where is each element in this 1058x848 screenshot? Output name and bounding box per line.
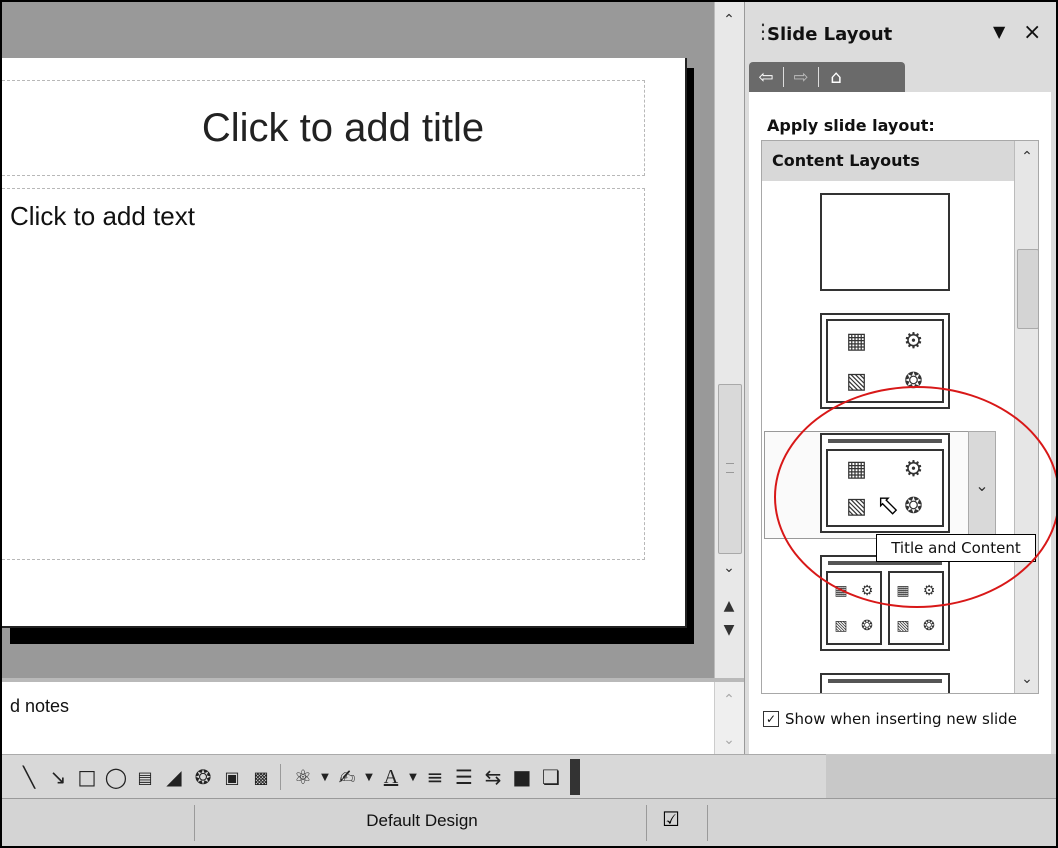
table-icon: ▦ bbox=[846, 328, 867, 354]
layout-gallery: Content Layouts ▦ ⚙ ▧ ❂ ▦ ⚙ ▧ ❂ ⌄ ▦ ⚙ ▧ … bbox=[761, 140, 1039, 694]
layout-title-bar bbox=[828, 679, 942, 683]
title-placeholder[interactable]: Click to add title bbox=[2, 80, 645, 176]
back-icon[interactable]: ⇦ bbox=[749, 64, 783, 90]
notes-scroll-up-icon[interactable]: ⌃ bbox=[718, 690, 740, 710]
chart-icon: ▧ bbox=[834, 617, 848, 634]
layout-gallery-scrollbar[interactable]: ⌃ ⌄ bbox=[1014, 141, 1038, 693]
previous-slide-icon[interactable]: ▲ bbox=[718, 596, 740, 616]
show-when-inserting-checkbox[interactable]: ✓ bbox=[763, 711, 779, 727]
layout-options-dropdown-icon[interactable]: ⌄ bbox=[968, 431, 996, 539]
chart-icon: ▧ bbox=[846, 494, 867, 519]
oval-icon[interactable]: ◯ bbox=[103, 764, 129, 790]
clip-art-icon: ⚙ bbox=[922, 582, 936, 599]
title-placeholder-text: Click to add title bbox=[201, 105, 485, 150]
line-icon[interactable]: ╲ bbox=[16, 764, 42, 790]
table-icon: ▦ bbox=[896, 582, 910, 599]
show-when-inserting-label: Show when inserting new slide bbox=[785, 710, 1017, 728]
diagram-icon[interactable]: ❂ bbox=[190, 764, 216, 790]
notes-pane[interactable]: d notes ⌃ ⌄ bbox=[2, 678, 745, 758]
toolbar-separator bbox=[280, 764, 281, 790]
status-bar: Default Design ☑ bbox=[2, 798, 1056, 846]
mouse-cursor-icon: ⬁ bbox=[876, 488, 900, 521]
dash-style-icon[interactable]: ☰ bbox=[451, 764, 477, 790]
status-cell-slide bbox=[2, 805, 195, 841]
content-layouts-header: Content Layouts bbox=[762, 141, 1014, 181]
powerpoint-window: Click to add title Click to add text ⌃ ⌄… bbox=[0, 0, 1058, 848]
notes-scrollbar[interactable]: ⌃ ⌄ bbox=[714, 682, 745, 758]
body-placeholder[interactable]: Click to add text bbox=[2, 188, 645, 560]
task-pane-navigation: ⇦ ⇨ ⌂ bbox=[749, 62, 905, 92]
forward-icon[interactable]: ⇨ bbox=[784, 64, 818, 90]
toolbar-options-icon[interactable] bbox=[570, 759, 580, 795]
clip-art-icon: ⚙ bbox=[903, 328, 924, 354]
scroll-up-icon[interactable]: ⌃ bbox=[718, 10, 740, 30]
workspace-scroll-thumb[interactable] bbox=[718, 384, 742, 554]
slide-workspace: Click to add title Click to add text bbox=[2, 2, 714, 678]
diagram-icon: ❂ bbox=[923, 617, 935, 634]
diagram-icon: ❂ bbox=[904, 494, 923, 519]
layout-content-placeholder-left: ▦ ⚙ ▧ ❂ bbox=[826, 571, 882, 645]
body-placeholder-text: Click to add text bbox=[10, 201, 195, 231]
layout-content-placeholder-right: ▦ ⚙ ▧ ❂ bbox=[888, 571, 944, 645]
diagram-icon: ❂ bbox=[861, 617, 873, 634]
slide-canvas[interactable]: Click to add title Click to add text bbox=[2, 58, 687, 628]
clip-art-icon: ⚙ bbox=[860, 582, 874, 599]
task-pane-body: Apply slide layout: Content Layouts ▦ ⚙ … bbox=[749, 92, 1051, 754]
task-pane-title: Slide Layout bbox=[767, 24, 893, 45]
layout-title-bar bbox=[828, 439, 942, 443]
table-icon: ▦ bbox=[846, 457, 867, 482]
arrow-style-icon[interactable]: ⇆ bbox=[480, 764, 506, 790]
arrow-icon[interactable]: ↘ bbox=[45, 764, 71, 790]
chart-icon: ▧ bbox=[896, 617, 910, 634]
line-color-dropdown-icon[interactable]: ▼ bbox=[363, 764, 375, 790]
chart-icon: ▧ bbox=[846, 368, 867, 394]
spelling-check-icon[interactable]: ☑ bbox=[662, 807, 680, 831]
font-color-icon[interactable]: A bbox=[378, 764, 404, 790]
table-icon: ▦ bbox=[834, 582, 848, 599]
layout-content[interactable]: ▦ ⚙ ▧ ❂ bbox=[820, 313, 950, 409]
layout-next-partial[interactable] bbox=[820, 673, 950, 693]
gallery-scroll-thumb[interactable] bbox=[1017, 249, 1038, 329]
slide-layout-task-pane: ⋮ Slide Layout ▼ × ⇦ ⇨ ⌂ Apply slide lay… bbox=[744, 2, 1056, 754]
design-name: Default Design bbox=[366, 811, 478, 830]
status-divider bbox=[706, 805, 708, 841]
layout-tooltip: Title and Content bbox=[876, 534, 1036, 562]
show-when-inserting-option[interactable]: ✓ Show when inserting new slide bbox=[763, 710, 1017, 728]
close-icon[interactable]: × bbox=[1023, 20, 1041, 45]
layout-content-placeholder: ▦ ⚙ ▧ ❂ bbox=[826, 319, 944, 403]
scroll-down-icon[interactable]: ⌄ bbox=[718, 558, 740, 578]
rectangle-icon[interactable]: □ bbox=[74, 764, 100, 790]
line-style-icon[interactable]: ≡ bbox=[422, 764, 448, 790]
layout-title-and-4-content[interactable]: ▦ ⚙ ▧ ❂ ▦ ⚙ ▧ ❂ bbox=[820, 555, 950, 651]
home-icon[interactable]: ⌂ bbox=[819, 64, 853, 90]
gallery-scroll-up-icon[interactable]: ⌃ bbox=[1016, 147, 1038, 167]
clip-art-icon: ⚙ bbox=[903, 457, 924, 482]
notes-scroll-down-icon[interactable]: ⌄ bbox=[718, 730, 740, 750]
drawing-toolbar: ╲ ↘ □ ◯ ▤ ◢ ❂ ▣ ▩ ⚛ ▼ ✍ ▼ A ▼ ≡ ☰ ⇆ ■ ❏ bbox=[2, 754, 826, 799]
text-box-icon[interactable]: ▤ bbox=[132, 764, 158, 790]
notes-placeholder-text: d notes bbox=[10, 696, 70, 716]
fill-color-dropdown-icon[interactable]: ▼ bbox=[319, 764, 331, 790]
line-color-icon[interactable]: ✍ bbox=[334, 764, 360, 790]
gallery-scroll-down-icon[interactable]: ⌄ bbox=[1016, 669, 1038, 689]
3d-style-icon[interactable]: ❏ bbox=[538, 764, 564, 790]
wordart-icon[interactable]: ◢ bbox=[161, 764, 187, 790]
layout-blank[interactable] bbox=[820, 193, 950, 291]
diagram-icon: ❂ bbox=[904, 368, 923, 394]
shadow-style-icon[interactable]: ■ bbox=[509, 764, 535, 790]
picture-icon[interactable]: ▩ bbox=[248, 764, 274, 790]
clip-art-icon[interactable]: ▣ bbox=[219, 764, 245, 790]
content-layouts-label: Content Layouts bbox=[772, 151, 920, 170]
font-color-dropdown-icon[interactable]: ▼ bbox=[407, 764, 419, 790]
dropdown-arrow-icon[interactable]: ▼ bbox=[993, 22, 1005, 41]
apply-layout-label: Apply slide layout: bbox=[767, 116, 935, 135]
next-slide-icon[interactable]: ▼ bbox=[718, 620, 740, 640]
workspace-vertical-scrollbar[interactable]: ⌃ ⌄ ▲ ▼ bbox=[714, 2, 745, 678]
fill-color-icon[interactable]: ⚛ bbox=[290, 764, 316, 790]
